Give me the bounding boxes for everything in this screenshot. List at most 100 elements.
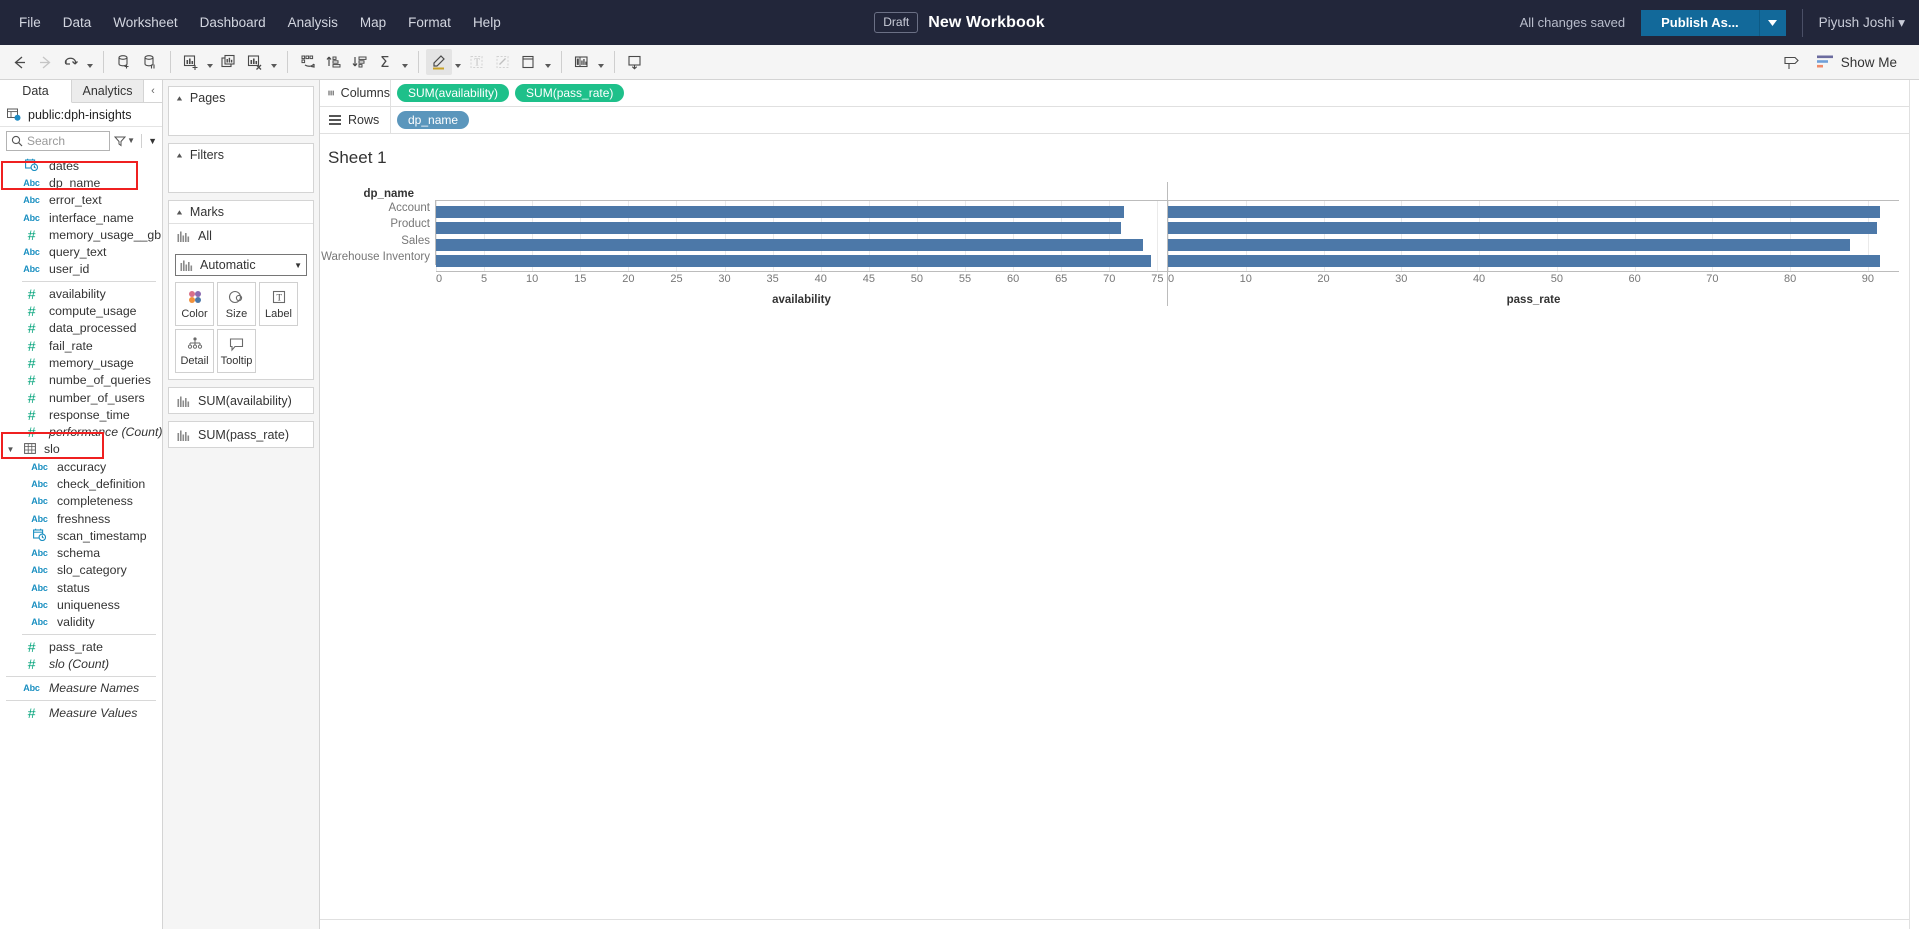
signpost-icon[interactable] (1779, 49, 1805, 75)
sort-ascending-icon[interactable] (321, 49, 347, 75)
forward-arrow-icon[interactable] (32, 49, 58, 75)
field-item-error-text[interactable]: Abc error_text (0, 192, 162, 209)
field-item-data-processed[interactable]: # data_processed (0, 320, 162, 337)
vertical-scrollbar[interactable] (1909, 80, 1919, 929)
show-hide-cards-caret-icon[interactable] (595, 49, 607, 75)
row-header-cell[interactable]: Account (320, 200, 435, 216)
bar-account[interactable] (1168, 206, 1880, 219)
filter-fields-button[interactable]: ▼ (114, 135, 135, 147)
menu-item-help[interactable]: Help (462, 10, 512, 35)
x-axis-title[interactable]: availability (436, 294, 1167, 306)
field-item-response-time[interactable]: # response_time (0, 406, 162, 423)
field-item-dates[interactable]: dates (0, 157, 162, 174)
bar-account[interactable] (436, 206, 1124, 219)
filters-drop-zone[interactable] (169, 166, 313, 192)
tab-analytics[interactable]: Analytics (72, 80, 144, 102)
field-item-fail-rate[interactable]: # fail_rate (0, 337, 162, 354)
field-item-number-of-users[interactable]: # number_of_users (0, 389, 162, 406)
row-header-cell[interactable]: Sales (320, 233, 435, 249)
menu-item-map[interactable]: Map (349, 10, 397, 35)
pill-sum-pass-rate[interactable]: SUM(pass_rate) (515, 84, 625, 102)
field-item-freshness[interactable]: Abc freshness (0, 510, 162, 527)
field-item-accuracy[interactable]: Abc accuracy (0, 458, 162, 475)
bar-warehouse-inventory[interactable] (436, 255, 1151, 268)
columns-drop-zone[interactable]: SUM(availability) SUM(pass_rate) (390, 80, 1909, 106)
field-item-performance-count[interactable]: # performance (Count) (0, 423, 162, 440)
new-worksheet-icon[interactable] (178, 49, 204, 75)
mark-type-select[interactable]: Automatic ▼ (175, 254, 307, 276)
new-worksheet-caret-icon[interactable] (204, 49, 216, 75)
field-item-user-id[interactable]: Abc user_id (0, 261, 162, 278)
field-item-pass-rate[interactable]: # pass_rate (0, 638, 162, 655)
user-menu-button[interactable]: Piyush Joshi ▾ (1819, 15, 1905, 31)
field-item-measure-values[interactable]: # Measure Values (0, 704, 162, 721)
pages-card-header[interactable]: ▲ Pages (169, 87, 313, 109)
field-item-query-text[interactable]: Abc query_text (0, 243, 162, 260)
field-item-scan-timestamp[interactable]: scan_timestamp (0, 527, 162, 544)
bar-warehouse-inventory[interactable] (1168, 255, 1880, 268)
totals-caret-icon[interactable] (399, 49, 411, 75)
x-axis[interactable]: 0 5 10 15 20 25 30 35 40 45 50 55 60 65 70 75 (436, 272, 1167, 290)
fit-selector-caret-icon[interactable] (542, 49, 554, 75)
presentation-mode-icon[interactable] (622, 49, 648, 75)
highlighter-icon[interactable] (426, 49, 452, 75)
menu-item-worksheet[interactable]: Worksheet (102, 10, 188, 35)
field-item-numbe-of-queries[interactable]: # numbe_of_queries (0, 372, 162, 389)
menu-item-analysis[interactable]: Analysis (277, 10, 349, 35)
refresh-data-source-icon[interactable] (58, 49, 84, 75)
new-data-source-icon[interactable] (111, 49, 137, 75)
row-label-list[interactable]: Account Product Sales Warehouse Inventory (320, 200, 436, 266)
field-item-slo-category[interactable]: Abc slo_category (0, 562, 162, 579)
marks-color-button[interactable]: Color (175, 282, 214, 326)
menu-item-format[interactable]: Format (397, 10, 462, 35)
menu-item-file[interactable]: File (8, 10, 52, 35)
pill-sum-availability[interactable]: SUM(availability) (397, 84, 510, 102)
publish-dropdown-caret-icon[interactable] (1759, 9, 1786, 36)
field-list[interactable]: dates Abc dp_name Abc error_text Abc interface… (0, 154, 162, 929)
filters-card-header[interactable]: ▲ Filters (169, 144, 313, 166)
field-item-availability[interactable]: # availability (0, 285, 162, 302)
search-input[interactable]: Search (6, 130, 111, 151)
clear-sheet-caret-icon[interactable] (268, 49, 280, 75)
workbook-title[interactable]: New Workbook (928, 14, 1044, 32)
field-item-validity[interactable]: Abc validity (0, 614, 162, 631)
row-header-cell[interactable]: Warehouse Inventory (320, 249, 435, 265)
bar-sales[interactable] (1168, 238, 1850, 251)
bar-product[interactable] (1168, 222, 1878, 235)
field-item-interface-name[interactable]: Abc interface_name (0, 209, 162, 226)
horizontal-scrollbar[interactable] (320, 919, 1909, 929)
publish-as-button[interactable]: Publish As... (1641, 9, 1760, 36)
pause-data-source-icon[interactable] (137, 49, 163, 75)
field-item-memory-usage-gb[interactable]: # memory_usage__gb (0, 226, 162, 243)
marks-label-button[interactable]: T Label (259, 282, 298, 326)
field-item-check-definition[interactable]: Abc check_definition (0, 475, 162, 492)
menu-item-data[interactable]: Data (52, 10, 103, 35)
duplicate-sheet-icon[interactable] (216, 49, 242, 75)
totals-icon[interactable]: Σ (373, 49, 399, 75)
field-item-measure-names[interactable]: Abc Measure Names (0, 680, 162, 697)
field-item-slo[interactable]: ▼ slo (0, 441, 162, 458)
field-item-slo-count[interactable]: # slo (Count) (0, 655, 162, 672)
x-axis-title[interactable]: pass_rate (1168, 294, 1899, 306)
measure-card-availability[interactable]: SUM(availability) (168, 387, 314, 414)
x-axis[interactable]: 0 10 20 30 40 50 60 70 80 90 (1168, 272, 1899, 290)
marks-card-header[interactable]: ▲ Marks (169, 201, 313, 223)
collapse-pane-icon[interactable]: ‹ (144, 80, 162, 102)
marks-tooltip-button[interactable]: Tooltip (217, 329, 256, 373)
pages-drop-zone[interactable] (169, 109, 313, 135)
sort-descending-icon[interactable] (347, 49, 373, 75)
show-me-button[interactable]: Show Me (1816, 55, 1897, 70)
bar-product[interactable] (436, 222, 1121, 235)
fields-menu-button[interactable]: ▼ (148, 136, 157, 146)
field-item-dp-name[interactable]: Abc dp_name (0, 174, 162, 191)
tab-data[interactable]: Data (0, 80, 72, 103)
field-item-memory-usage[interactable]: # memory_usage (0, 354, 162, 371)
fix-axes-icon[interactable] (490, 49, 516, 75)
row-header-cell[interactable]: Product (320, 216, 435, 232)
highlighter-caret-icon[interactable] (452, 49, 464, 75)
field-item-compute-usage[interactable]: # compute_usage (0, 302, 162, 319)
menu-item-dashboard[interactable]: Dashboard (189, 10, 277, 35)
fit-selector-icon[interactable] (516, 49, 542, 75)
chevron-down-icon[interactable]: ▼ (6, 445, 15, 454)
field-item-schema[interactable]: Abc schema (0, 545, 162, 562)
